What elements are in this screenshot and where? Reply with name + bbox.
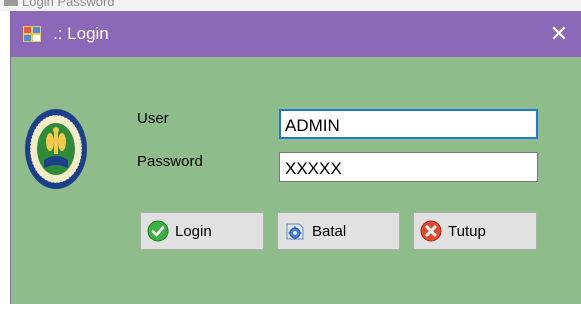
login-button-label: Login [175,222,212,240]
user-input[interactable] [279,109,538,139]
background-window-title: Login Password [22,0,115,9]
window-bottom-edge [10,304,581,311]
app-form-icon [23,26,41,42]
background-window-strip: Login Password [0,0,581,11]
tutup-button-label: Tutup [448,222,486,240]
university-seal-icon [25,109,87,189]
login-window: .: Login ✕ User Password Login [10,11,581,304]
check-circle-icon [147,220,169,242]
password-label: Password [137,153,203,170]
batal-button[interactable]: Batal [277,212,400,250]
title-bar[interactable]: .: Login ✕ [11,11,581,57]
close-icon: ✕ [549,21,569,46]
close-circle-icon [420,220,442,242]
window-title: .: Login [53,24,109,43]
user-label: User [137,110,169,127]
close-button[interactable]: ✕ [536,11,581,57]
batal-button-label: Batal [312,222,347,240]
tutup-button[interactable]: Tutup [413,212,537,250]
gear-refresh-icon [286,223,304,240]
background-window-icon [4,0,18,6]
login-button[interactable]: Login [140,212,264,250]
password-input[interactable] [279,152,538,182]
